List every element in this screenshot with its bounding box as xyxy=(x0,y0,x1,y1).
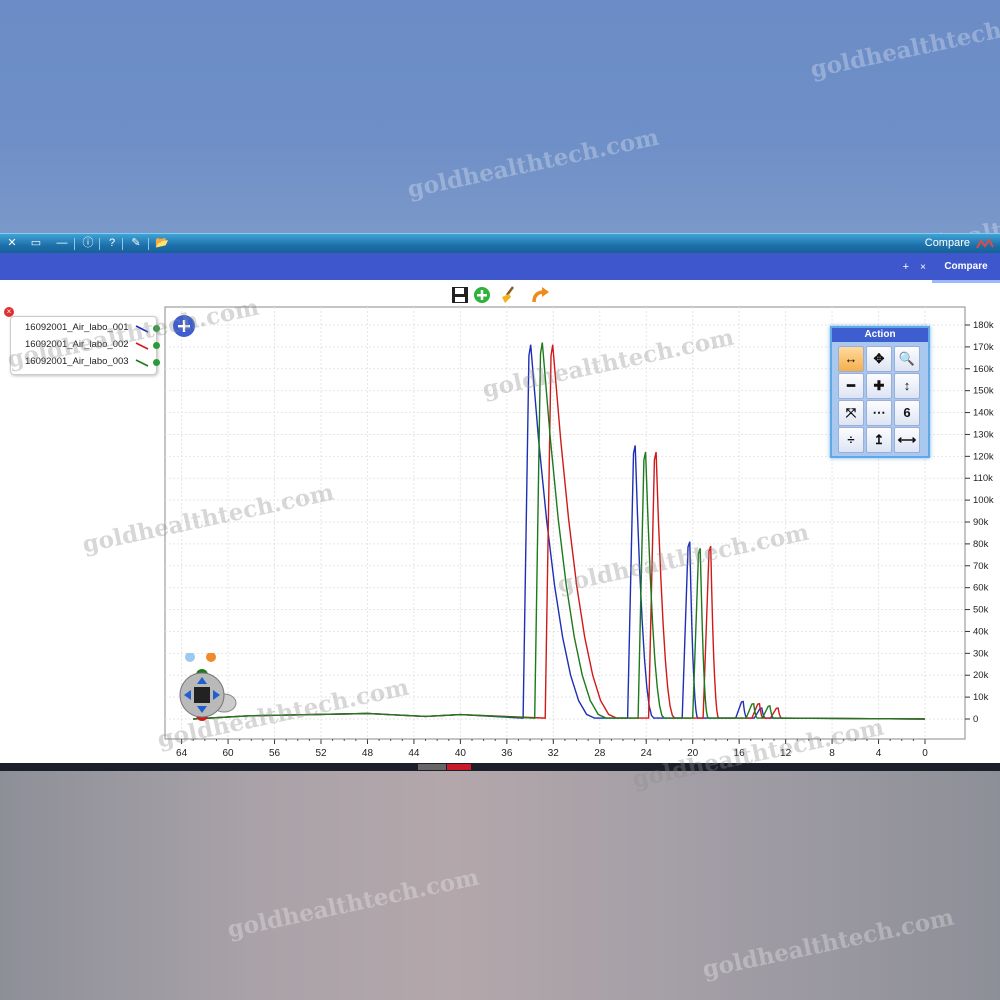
stretch-up-icon[interactable]: ↥ xyxy=(866,427,892,453)
legend-item-label: 16092001_Air_labo_003 xyxy=(25,356,129,367)
y-tick-label: 0 xyxy=(973,714,978,725)
legend-item[interactable]: 16092001_Air_labo_003 xyxy=(11,355,160,371)
action-panel-title: Action xyxy=(832,328,928,342)
tools-icon[interactable]: ✎ xyxy=(128,236,144,251)
y-tick-label: 50k xyxy=(973,605,989,616)
x-tick-label: 40 xyxy=(455,748,467,759)
redo-arrow-icon[interactable] xyxy=(530,285,550,305)
x-tick-label: 16 xyxy=(734,748,746,759)
undo-icon xyxy=(185,653,195,662)
x-tick-label: 64 xyxy=(176,748,188,759)
y-tick-label: 140k xyxy=(973,408,994,419)
add-series-button[interactable] xyxy=(172,314,196,338)
legend-item-label: 16092001_Air_labo_002 xyxy=(25,339,129,350)
background-top xyxy=(0,0,1000,233)
broom-icon[interactable] xyxy=(498,285,518,305)
x-tick-label: 52 xyxy=(315,748,327,759)
y-tick-label: 10k xyxy=(973,692,989,703)
y-tick-label: 100k xyxy=(973,495,994,506)
legend-line-icon xyxy=(135,325,149,333)
y-tick-label: 180k xyxy=(973,320,994,331)
close-window-icon[interactable]: ✕ xyxy=(4,236,20,251)
legend-item[interactable]: 16092001_Air_labo_002 xyxy=(11,338,160,354)
y-tick-label: 30k xyxy=(973,648,989,659)
y-tick-label: 60k xyxy=(973,583,989,594)
watermark: goldhealthtech.com xyxy=(699,903,957,984)
y-tick-label: 160k xyxy=(973,364,994,375)
pan-all-icon[interactable]: ✥ xyxy=(866,346,892,372)
y-tick-label: 40k xyxy=(973,626,989,637)
x-tick-label: 44 xyxy=(408,748,420,759)
x-tick-label: 36 xyxy=(501,748,513,759)
x-tick-label: 0 xyxy=(922,748,928,759)
legend: 16092001_Air_labo_001 16092001_Air_labo_… xyxy=(10,316,160,375)
divide-icon[interactable]: ÷ xyxy=(838,427,864,453)
x-tick-label: 28 xyxy=(594,748,606,759)
x-tick-label: 60 xyxy=(223,748,235,759)
y-tick-label: 170k xyxy=(973,342,994,353)
pan-horizontal-icon[interactable]: ↔ xyxy=(838,346,864,372)
y-tick-label: 90k xyxy=(973,517,989,528)
app-logo-icon xyxy=(976,238,994,249)
peak-label-icon[interactable]: 6 xyxy=(894,400,920,426)
x-tick-label: 4 xyxy=(876,748,882,759)
x-tick-label: 24 xyxy=(641,748,653,759)
action-panel: Action ↔ ✥ 🔍 ━ ✚ ↕ ⤧ ⋯ 6 ÷ ↥ ⟷ xyxy=(830,326,930,458)
add-tab-button[interactable]: + xyxy=(903,261,909,273)
legend-item-label: 16092001_Air_labo_001 xyxy=(25,322,129,333)
x-tick-label: 8 xyxy=(829,748,835,759)
legend-line-icon xyxy=(135,359,149,367)
y-tick-label: 120k xyxy=(973,451,994,462)
fit-all-icon[interactable]: ⤧ xyxy=(838,400,864,426)
y-tick-label: 70k xyxy=(973,561,989,572)
tab-compare[interactable]: Compare xyxy=(932,256,1000,283)
close-tab-button[interactable]: × xyxy=(920,262,926,273)
baseline-icon[interactable]: ⋯ xyxy=(866,400,892,426)
navigation-wheel[interactable] xyxy=(178,653,240,723)
y-tick-label: 80k xyxy=(973,539,989,550)
legend-item[interactable]: 16092001_Air_labo_001 xyxy=(11,321,160,337)
tab-bar: + × Compare xyxy=(0,253,1000,283)
redo-icon xyxy=(206,653,216,662)
x-tick-label: 12 xyxy=(780,748,792,759)
y-tick-label: 150k xyxy=(973,386,994,397)
stretch-horizontal-icon[interactable]: ⟷ xyxy=(894,427,920,453)
title-bar: ✕ ▭ — ⓘ ? ✎ 📂 Compare xyxy=(0,233,1000,254)
open-folder-icon[interactable]: 📂 xyxy=(154,236,170,251)
help-icon[interactable]: ? xyxy=(104,236,120,251)
info-icon[interactable]: ⓘ xyxy=(80,236,96,251)
taskbar-strip xyxy=(0,763,1000,771)
visible-check-icon[interactable] xyxy=(153,342,160,349)
legend-line-icon xyxy=(135,342,149,350)
x-tick-label: 20 xyxy=(687,748,699,759)
save-icon[interactable] xyxy=(450,285,470,305)
add-circle-icon[interactable] xyxy=(472,285,492,305)
minimize-window-icon[interactable]: — xyxy=(54,236,70,251)
y-tick-label: 130k xyxy=(973,429,994,440)
x-tick-label: 48 xyxy=(362,748,374,759)
y-tick-label: 110k xyxy=(973,473,993,484)
window-title: Compare xyxy=(924,237,970,249)
visible-check-icon[interactable] xyxy=(153,359,160,366)
minus-icon[interactable]: ━ xyxy=(838,373,864,399)
stretch-vertical-icon[interactable]: ↕ xyxy=(894,373,920,399)
chart-toolbar xyxy=(450,285,560,307)
x-tick-label: 32 xyxy=(548,748,560,759)
watermark: goldhealthtech.com xyxy=(224,863,482,944)
application-window: ✕ ▭ — ⓘ ? ✎ 📂 Compare + × Compare × 1609… xyxy=(0,233,1000,770)
y-tick-label: 20k xyxy=(973,670,989,681)
plus-icon[interactable]: ✚ xyxy=(866,373,892,399)
x-tick-label: 56 xyxy=(269,748,281,759)
visible-check-icon[interactable] xyxy=(153,325,160,332)
restore-window-icon[interactable]: ▭ xyxy=(28,236,44,251)
zoom-icon[interactable]: 🔍 xyxy=(894,346,920,372)
